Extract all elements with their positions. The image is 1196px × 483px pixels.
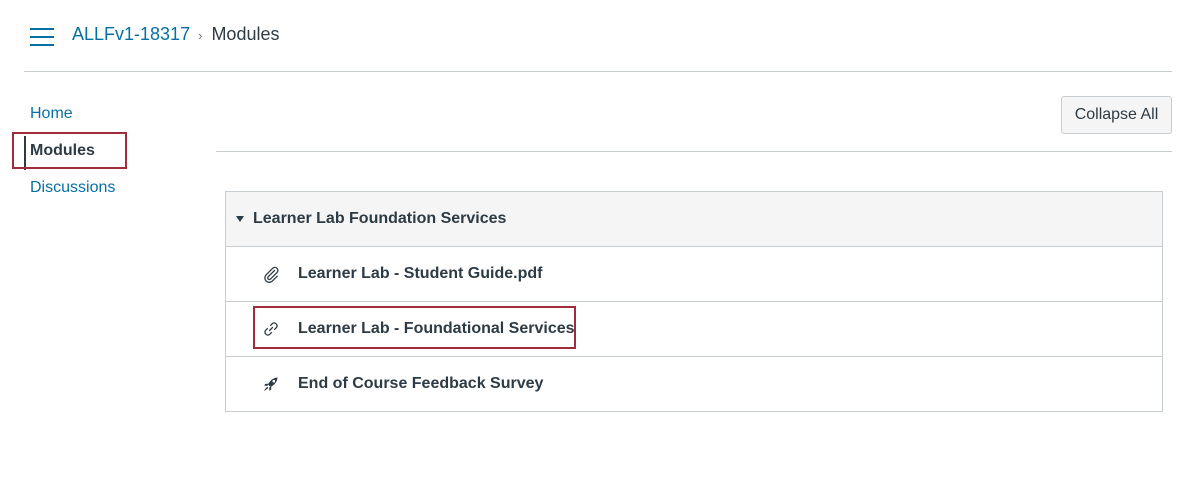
rocket-icon xyxy=(262,375,280,393)
menu-line xyxy=(30,36,54,38)
module-item-title[interactable]: Learner Lab - Student Guide.pdf xyxy=(298,265,542,283)
breadcrumb-course-link[interactable]: ALLFv1-18317 xyxy=(72,24,190,45)
module-item[interactable]: Learner Lab - Student Guide.pdf xyxy=(226,247,1162,302)
nav-item-discussions[interactable]: Discussions xyxy=(30,179,115,197)
module-item[interactable]: End of Course Feedback Survey xyxy=(226,357,1162,411)
chevron-right-icon: › xyxy=(198,28,203,43)
paperclip-icon xyxy=(262,265,280,283)
nav-item-home[interactable]: Home xyxy=(30,105,73,123)
collapse-all-button[interactable]: Collapse All xyxy=(1061,96,1172,134)
menu-line xyxy=(30,28,54,30)
module: Learner Lab Foundation Services Learner … xyxy=(225,191,1163,412)
item-highlight-box xyxy=(253,306,576,349)
module-item-title[interactable]: End of Course Feedback Survey xyxy=(298,375,543,393)
hamburger-menu-icon[interactable] xyxy=(30,28,54,46)
module-title: Learner Lab Foundation Services xyxy=(253,210,507,227)
caret-down-icon[interactable] xyxy=(236,216,244,222)
nav-highlight-box xyxy=(12,132,127,169)
breadcrumb: ALLFv1-18317 › Modules xyxy=(72,24,279,45)
menu-line xyxy=(30,44,54,46)
toolbar-divider xyxy=(216,151,1172,152)
header-divider xyxy=(24,71,1172,72)
breadcrumb-current: Modules xyxy=(211,24,280,44)
module-header[interactable]: Learner Lab Foundation Services xyxy=(226,192,1162,247)
